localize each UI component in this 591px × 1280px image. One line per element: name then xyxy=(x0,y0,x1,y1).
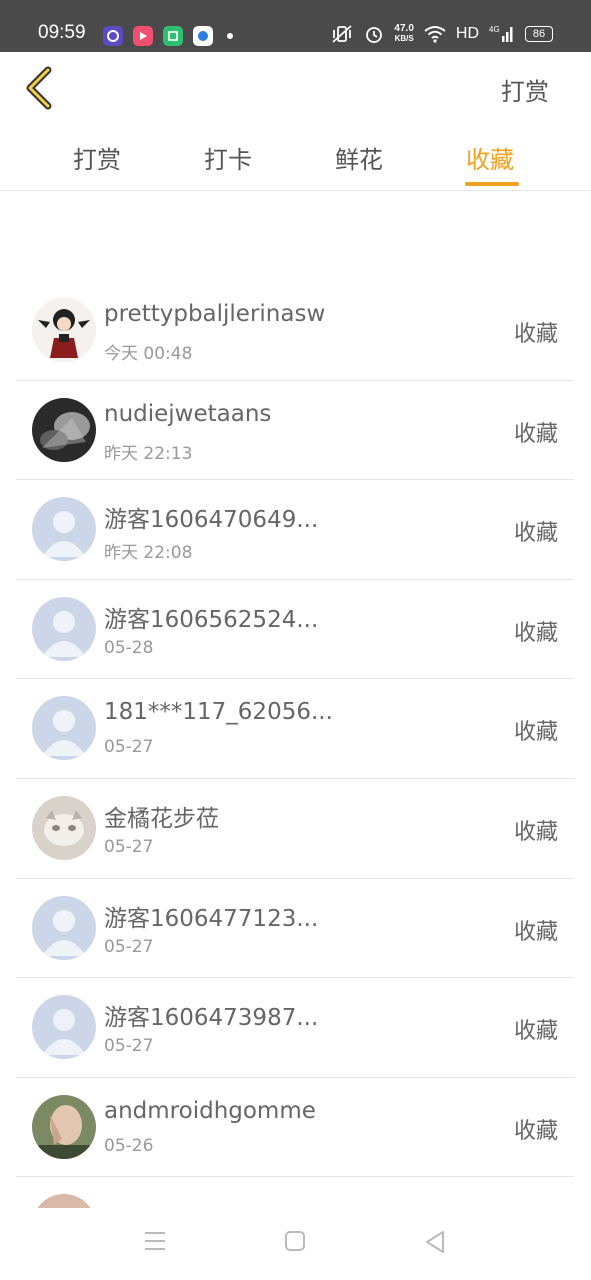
anime-character-avatar xyxy=(32,298,96,362)
action-type-label: 收藏 xyxy=(513,421,558,447)
tab-bar: 打赏 打卡 鲜花 收藏 xyxy=(0,128,591,191)
default-user-avatar xyxy=(32,596,96,661)
action-type-label: 收藏 xyxy=(513,1019,558,1045)
timestamp: 05-27 xyxy=(104,936,154,957)
list-item[interactable]: prettypbaljlerinasw 今天 00:48 收藏 xyxy=(16,281,574,381)
video-app-icon xyxy=(133,26,153,46)
timestamp: 昨天 22:13 xyxy=(104,443,193,464)
list-item[interactable]: andmroidhgomme 05-26 收藏 xyxy=(16,1078,574,1178)
system-nav-bar xyxy=(0,1208,591,1280)
list-item[interactable]: 181***117_62056... 05-27 收藏 xyxy=(16,679,574,779)
action-type-label: 收藏 xyxy=(513,819,558,845)
vibrate-icon xyxy=(332,25,353,43)
svg-text:4G: 4G xyxy=(489,25,500,34)
status-time: 09:59 xyxy=(38,22,86,43)
home-icon[interactable] xyxy=(284,1230,306,1252)
user-name: 金橘花步莅 xyxy=(104,805,219,832)
signal-icon: 4G xyxy=(489,25,513,42)
timestamp: 05-26 xyxy=(104,1135,154,1156)
action-type-label: 收藏 xyxy=(513,521,558,547)
action-type-label: 收藏 xyxy=(513,720,558,746)
timestamp: 05-27 xyxy=(104,737,154,758)
user-name: prettypbaljlerinasw xyxy=(104,301,326,327)
tab-flowers[interactable]: 鲜花 xyxy=(335,140,383,175)
timestamp: 05-28 xyxy=(104,637,154,658)
reading-app-icon xyxy=(163,26,183,46)
wifi-icon xyxy=(424,26,446,43)
header: 打赏 xyxy=(0,52,591,128)
app-notification-icon xyxy=(103,26,123,46)
battery-indicator: 86 xyxy=(525,26,553,42)
browser-app-icon xyxy=(193,26,213,46)
tab-checkin[interactable]: 打卡 xyxy=(204,140,252,175)
user-name: 游客1606477123... xyxy=(104,905,319,932)
list-item[interactable]: 游客1606473987... 05-27 收藏 xyxy=(16,978,574,1078)
list-item[interactable]: nudiejwetaans 昨天 22:13 收藏 xyxy=(16,381,574,481)
dark-photo-avatar xyxy=(32,397,96,462)
back-button[interactable] xyxy=(22,66,58,110)
status-bar: 09:59 47.0 KB/S HD 4G 86 xyxy=(0,0,591,52)
tab-reward[interactable]: 打赏 xyxy=(73,140,121,175)
timestamp: 05-27 xyxy=(104,1036,154,1057)
default-user-avatar xyxy=(32,497,96,562)
cat-photo-avatar xyxy=(32,795,96,860)
user-name: 游客1606470649... xyxy=(104,507,319,534)
hands-photo-avatar xyxy=(32,1094,96,1159)
list-item[interactable]: 游客1606470649... 昨天 22:08 收藏 xyxy=(16,480,574,580)
more-notifications-dot xyxy=(227,33,233,39)
action-type-label: 收藏 xyxy=(513,620,558,646)
user-name: nudiejwetaans xyxy=(104,400,272,427)
timestamp: 05-27 xyxy=(104,836,154,857)
alarm-icon xyxy=(366,27,383,43)
back-triangle-icon[interactable] xyxy=(424,1230,446,1254)
tab-favorites[interactable]: 收藏 xyxy=(466,140,514,175)
back-chevron-icon xyxy=(26,66,52,110)
default-user-avatar xyxy=(32,995,96,1060)
user-name: 181***117_62056... xyxy=(104,699,333,726)
status-app-icons xyxy=(103,26,233,46)
action-type-label: 收藏 xyxy=(513,322,558,347)
active-tab-indicator xyxy=(465,182,519,186)
action-type-label: 收藏 xyxy=(513,919,558,945)
list-item[interactable]: 游客1606562524... 05-28 收藏 xyxy=(16,580,574,680)
user-name: 游客1606562524... xyxy=(104,606,319,633)
status-indicators: 47.0 KB/S HD 4G 86 xyxy=(330,24,553,44)
action-type-label: 收藏 xyxy=(513,1118,558,1144)
favorites-list: prettypbaljlerinasw 今天 00:48 收藏 nudiejwe… xyxy=(16,281,574,1218)
timestamp: 今天 00:48 xyxy=(104,344,193,364)
hd-label: HD xyxy=(455,25,479,42)
list-item[interactable]: 游客1606477123... 05-27 收藏 xyxy=(16,879,574,979)
menu-icon[interactable] xyxy=(143,1230,167,1252)
network-speed: 47.0 KB/S xyxy=(394,23,414,44)
timestamp: 昨天 22:08 xyxy=(104,543,193,564)
default-user-avatar xyxy=(32,696,96,761)
default-user-avatar xyxy=(32,895,96,960)
list-item[interactable]: 金橘花步莅 05-27 收藏 xyxy=(16,779,574,879)
reward-button[interactable]: 打赏 xyxy=(501,72,549,107)
user-name: andmroidhgomme xyxy=(104,1097,316,1124)
user-name: 游客1606473987... xyxy=(104,1005,319,1032)
